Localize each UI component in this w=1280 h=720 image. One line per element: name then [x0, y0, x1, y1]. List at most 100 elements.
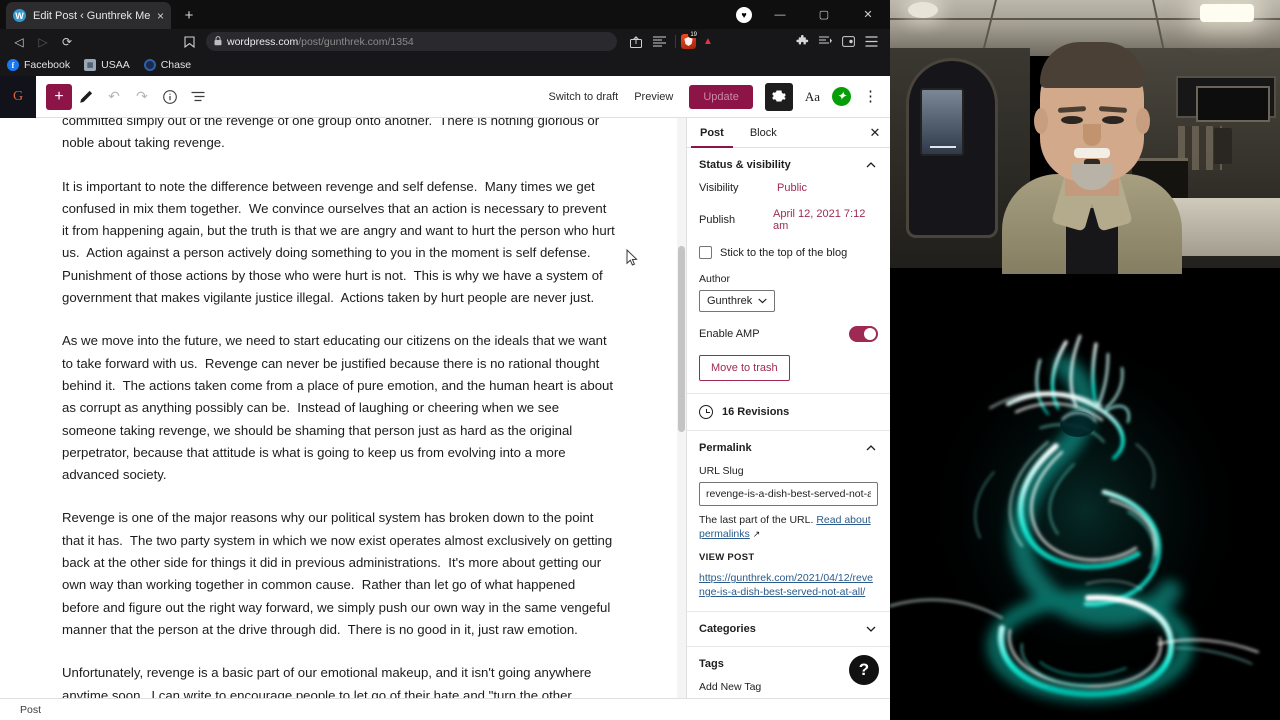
brave-rewards-triangle-icon[interactable]: ▲: [697, 31, 719, 53]
revisions-link[interactable]: 16 Revisions: [687, 394, 890, 430]
add-block-button[interactable]: +: [46, 83, 72, 110]
bookmark-label: Facebook: [24, 59, 71, 71]
author-select[interactable]: Gunthrek: [699, 290, 776, 312]
site-logo[interactable]: G: [13, 89, 23, 105]
browser-menu-icon[interactable]: [860, 31, 882, 53]
paragraph[interactable]: Unfortunately, revenge is a basic part o…: [62, 662, 616, 698]
preview-button[interactable]: Preview: [634, 91, 673, 103]
author-value: Gunthrek: [707, 295, 753, 307]
amp-toggle[interactable]: [849, 326, 878, 342]
help-button[interactable]: ?: [849, 655, 879, 685]
bookmark-icon[interactable]: [178, 31, 200, 53]
close-icon[interactable]: ×: [157, 10, 164, 22]
ceiling-light-left: [908, 2, 938, 18]
section-title: Permalink: [699, 442, 752, 454]
publish-label: Publish: [699, 214, 736, 226]
editor-status-bar: Post: [0, 698, 890, 720]
section-permalink: Permalink URL Slug The last part of the …: [687, 431, 890, 612]
move-to-trash-button[interactable]: Move to trash: [699, 355, 790, 381]
reader-mode-icon[interactable]: [648, 31, 670, 53]
view-post-url-link[interactable]: https://gunthrek.com/2021/04/12/revenge-…: [699, 571, 878, 599]
scrollbar-thumb[interactable]: [678, 246, 685, 432]
gear-icon[interactable]: [764, 82, 793, 111]
sticky-post-row[interactable]: Stick to the top of the blog: [699, 246, 878, 259]
facebook-icon: f: [7, 59, 19, 71]
close-window-button[interactable]: ✕: [846, 0, 890, 29]
sidebar-tabs: Post Block ✕: [687, 118, 890, 148]
bookmark-usaa[interactable]: ▦ USAA: [84, 59, 130, 71]
paragraph[interactable]: committed simply out of the revenge of o…: [62, 118, 616, 155]
person-eye-right: [1102, 116, 1124, 124]
fractal-dragon-svg: [890, 296, 1280, 720]
webcam-letterbox: [890, 274, 1280, 296]
permalink-header[interactable]: Permalink: [687, 431, 890, 465]
details-info-icon[interactable]: [156, 83, 184, 111]
minimize-button[interactable]: —: [758, 0, 802, 29]
editor-scrollbar[interactable]: [677, 118, 686, 698]
brave-shields-icon[interactable]: 19: [681, 32, 699, 49]
bookmarks-bar: f Facebook ▦ USAA Chase: [0, 54, 890, 76]
switch-to-draft-button[interactable]: Switch to draft: [549, 91, 619, 103]
paragraph[interactable]: As we move into the future, we need to s…: [62, 330, 616, 486]
back-icon[interactable]: ◁: [8, 31, 30, 53]
brave-rewards-icon[interactable]: ♥: [736, 6, 752, 23]
status-breadcrumb: Post: [20, 703, 42, 716]
add-new-tag-label: Add New Tag: [699, 681, 762, 693]
lock-icon: [214, 35, 222, 48]
tab-block[interactable]: Block: [737, 118, 790, 147]
usaa-icon: ▦: [84, 59, 97, 71]
close-sidebar-icon[interactable]: ✕: [860, 118, 890, 147]
chevron-up-icon[interactable]: [866, 443, 876, 453]
status-visibility-header[interactable]: Status & visibility: [687, 148, 890, 182]
paragraph[interactable]: Revenge is one of the major reasons why …: [62, 507, 616, 641]
visibility-value[interactable]: Public: [777, 182, 807, 194]
extensions-icon[interactable]: [791, 31, 813, 53]
wallet-icon[interactable]: [837, 31, 859, 53]
section-title: Tags: [699, 658, 724, 670]
jetpack-icon[interactable]: ✦: [832, 87, 851, 106]
paragraph[interactable]: It is important to note the difference b…: [62, 176, 616, 310]
address-bar[interactable]: wordpress.com/post/gunthrek.com/1354: [206, 32, 617, 51]
list-view-icon[interactable]: [184, 83, 212, 111]
more-options-icon[interactable]: ⋮: [863, 89, 878, 104]
person-hair: [1040, 42, 1144, 88]
dragon-artwork: [890, 296, 1280, 720]
bookmark-facebook[interactable]: f Facebook: [7, 59, 70, 71]
tab-post[interactable]: Post: [687, 118, 737, 148]
redo-icon[interactable]: ↷: [128, 83, 156, 111]
update-button[interactable]: Update: [689, 84, 753, 109]
clock-icon: [699, 405, 713, 419]
typography-button[interactable]: Aa: [805, 89, 820, 105]
editor-content-area[interactable]: committed simply out of the revenge of o…: [36, 118, 686, 698]
playlist-icon[interactable]: [814, 31, 836, 53]
chevron-down-icon[interactable]: [866, 624, 876, 634]
bookmark-label: USAA: [101, 59, 130, 71]
revisions-label: 16 Revisions: [722, 406, 790, 418]
categories-header[interactable]: Categories: [687, 612, 890, 646]
browser-titlebar: W Edit Post ‹ Gunthrek Media — W × + ♥ —…: [0, 0, 890, 29]
maximize-button[interactable]: ▢: [802, 0, 846, 29]
share-icon[interactable]: [625, 31, 647, 53]
chevron-up-icon[interactable]: [866, 160, 876, 170]
undo-icon[interactable]: ↶: [100, 83, 128, 111]
shield-count-badge: 19: [688, 32, 699, 38]
bookmark-chase[interactable]: Chase: [143, 59, 192, 71]
webcam-video: [890, 0, 1280, 296]
publish-value[interactable]: April 12, 2021 7:12 am: [773, 208, 878, 232]
section-categories: Categories: [687, 612, 890, 647]
webcam-scene: [890, 0, 1280, 296]
forward-icon[interactable]: ▷: [32, 31, 54, 53]
url-domain: wordpress.com: [227, 35, 299, 48]
browser-navbar: ◁ ▷ ⟳ wordpress.com/post/gunthrek.com/13…: [0, 29, 890, 54]
bookmark-label: Chase: [160, 59, 192, 71]
sticky-label: Stick to the top of the blog: [720, 246, 848, 259]
tab-title: Edit Post ‹ Gunthrek Media — W: [33, 9, 150, 22]
sticky-checkbox[interactable]: [699, 246, 712, 259]
new-tab-button[interactable]: +: [181, 7, 197, 24]
browser-tab[interactable]: W Edit Post ‹ Gunthrek Media — W ×: [6, 2, 171, 29]
reload-icon[interactable]: ⟳: [56, 31, 78, 53]
post-body[interactable]: committed simply out of the revenge of o…: [36, 118, 616, 698]
pencil-icon[interactable]: [72, 83, 100, 111]
url-slug-input[interactable]: [699, 482, 878, 506]
ceiling-light-right: [1200, 4, 1254, 22]
